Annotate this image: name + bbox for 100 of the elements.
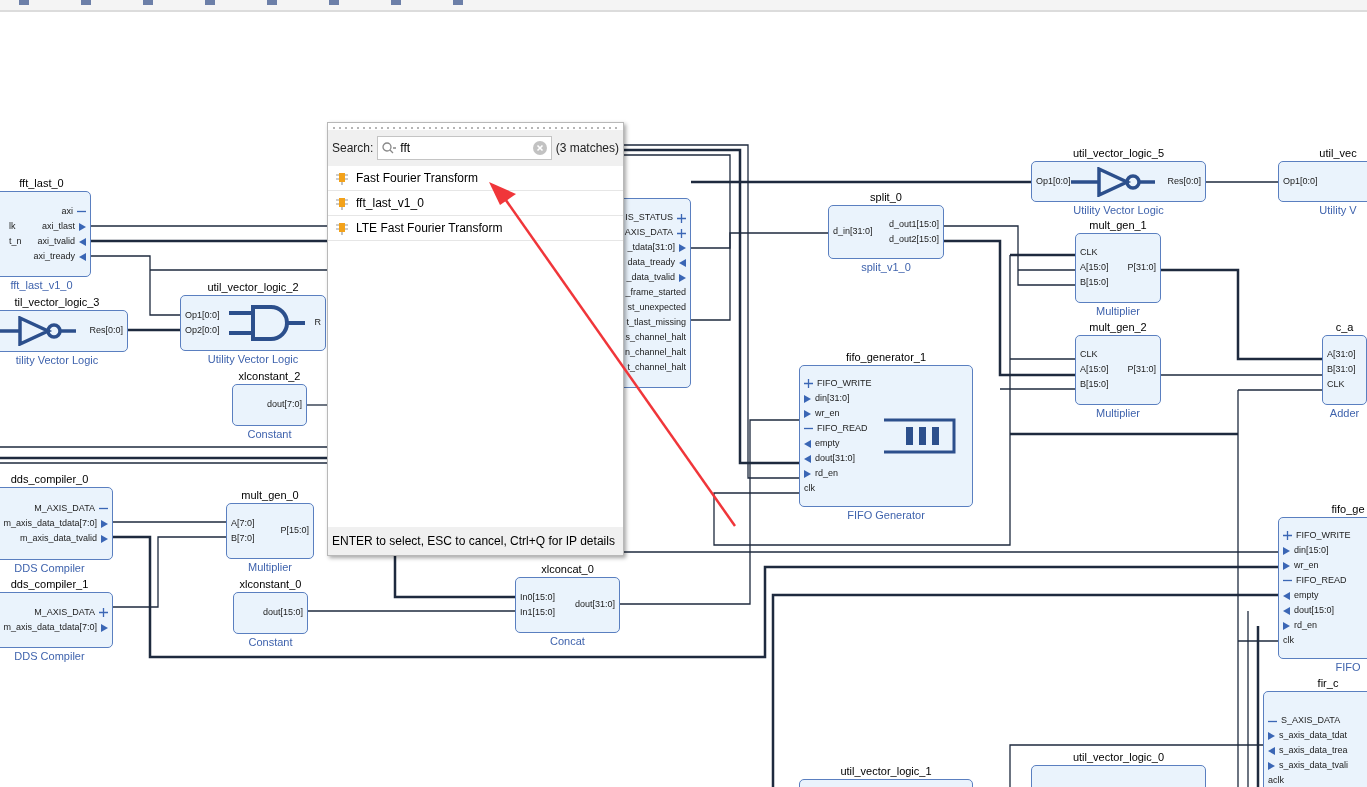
block-title: fifo_ge <box>1331 502 1365 517</box>
and-gate-symbol-icon <box>229 305 305 341</box>
drag-handle-icon[interactable] <box>332 127 619 130</box>
ip-block[interactable]: M_AXIS_DATA m_axis_data_tdata[7:0] m_axis_data_tvalid <box>0 487 113 560</box>
port-label: B[15:0] <box>1080 276 1109 290</box>
ip-block[interactable]: FIFO_WRITE din[31:0] wr_en FIFO_READ empty dout[31:0] rd_en clk <box>799 365 973 507</box>
port-label: din[31:0] <box>815 391 850 405</box>
block-title: fft_last_0 <box>19 176 64 191</box>
port-label: dout[15:0] <box>1294 603 1335 617</box>
port-label: FIFO_WRITE <box>817 376 872 390</box>
port-label: P[31:0] <box>1127 261 1156 275</box>
block-type-label: Constant <box>248 635 293 650</box>
ip-block[interactable]: FIFO_WRITE din[15:0] wr_en FIFO_READ empty dout[15:0] rd_en clk <box>1278 517 1367 659</box>
block-title: util_vector_logic_0 <box>1072 750 1165 765</box>
port-label: _frame_started <box>625 286 686 300</box>
block-type-label: Multiplier <box>1096 304 1140 319</box>
port-label: CLK <box>1080 348 1098 362</box>
port-label: Op1[0:0] <box>1283 174 1318 188</box>
port-label: s_axis_data_trea <box>1279 744 1348 758</box>
port-label: Op2[0:0] <box>185 323 220 337</box>
plus-icon <box>99 608 108 617</box>
plus-icon <box>677 213 686 223</box>
toolbar-icon[interactable] <box>142 0 154 6</box>
port-label: m_axis_data_tdata[7:0] <box>3 516 97 530</box>
block-title: util_vector_logic_2 <box>207 280 299 295</box>
block-title: xlconstant_2 <box>238 369 301 384</box>
ip-core-icon <box>336 221 348 235</box>
block-type-label: Multiplier <box>1096 406 1140 421</box>
toolbar-icon[interactable] <box>390 0 402 6</box>
block-title: xlconcat_0 <box>541 562 594 577</box>
port-label: In0[15:0] <box>520 590 556 604</box>
port-label: axi_tlast <box>41 219 75 233</box>
ip-block[interactable]: dout[15:0] <box>233 592 308 634</box>
ip-block[interactable]: Res[0:0] <box>0 310 128 352</box>
ip-block[interactable]: CLK A[15:0] B[15:0] P[31:0] <box>1075 335 1161 405</box>
block-title: mult_gen_2 <box>1089 320 1147 335</box>
block-type-label: Concat <box>550 634 585 649</box>
port-label: dout[7:0] <box>266 398 302 412</box>
port-label: B[7:0] <box>231 531 255 545</box>
ip-block[interactable]: S_AXIS_DATA s_axis_data_tdat s_axis_data_trea s_axis_data_tvali aclk <box>1263 691 1367 787</box>
port-label: P[15:0] <box>280 524 309 538</box>
toolbar-icon[interactable] <box>18 0 30 6</box>
ip-block[interactable]: A[31:0] B[31:0] CLK <box>1322 335 1367 405</box>
port-label: CLK <box>1080 246 1098 260</box>
ip-block[interactable]: lk t_n axi axi_tlast axi_tvalid axi_tready <box>0 191 91 277</box>
port-label: _data_tvalid <box>626 271 675 285</box>
popup-footer: ENTER to select, ESC to cancel, Ctrl+Q for IP details <box>328 527 623 555</box>
port-label: empty <box>1294 588 1319 602</box>
port-label: dout[15:0] <box>262 606 303 620</box>
port-label: axi_tready <box>33 249 75 263</box>
ip-core-icon <box>336 196 348 210</box>
port-label: _tdata[31:0] <box>627 241 675 255</box>
block-title: util_vector_logic_5 <box>1072 146 1165 161</box>
toolbar-icon[interactable] <box>452 0 464 6</box>
ip-block[interactable]: CLK A[15:0] B[15:0] P[31:0] <box>1075 233 1161 303</box>
ip-block[interactable]: d_in[31:0] d_out1[15:0] d_out2[15:0] <box>828 205 944 259</box>
search-field[interactable]: fft <box>377 136 552 160</box>
port-label: Res[0:0] <box>89 324 123 338</box>
ip-block[interactable]: Op1[0:0] <box>1278 161 1367 202</box>
port-label: t_tlast_missing <box>626 316 686 330</box>
block-title: dds_compiler_1 <box>10 577 89 592</box>
block-title: util_vector_logic_1 <box>840 764 932 779</box>
port-label: t_channel_halt <box>627 361 686 375</box>
block-type-label: split_v1_0 <box>861 260 911 275</box>
port-label: d_in[31:0] <box>833 225 873 239</box>
port-label: lk <box>9 219 16 233</box>
ip-block[interactable]: Op1[0:0] Res[0:0] <box>1031 161 1206 202</box>
ip-block[interactable]: In0[15:0] In1[15:0] dout[31:0] <box>515 577 620 633</box>
block-type-label: Constant <box>247 427 292 442</box>
block-type-label: DDS Compiler <box>14 561 85 576</box>
port-label: A[7:0] <box>231 516 255 530</box>
toolbar-icon[interactable] <box>80 0 92 6</box>
port-label: B[15:0] <box>1080 378 1109 392</box>
port-label: M_AXIS_DATA <box>34 605 95 619</box>
block-type-label: Adder <box>1329 406 1360 421</box>
search-label: Search: <box>332 140 374 157</box>
toolbar-icon[interactable] <box>266 0 278 6</box>
port-label: empty <box>815 436 840 450</box>
ip-block[interactable]: M_AXIS_DATA m_axis_data_tdata[7:0] <box>0 592 113 648</box>
port-label: axi <box>61 204 73 218</box>
port-label: R <box>314 316 321 330</box>
toolbar-icon[interactable] <box>204 0 216 6</box>
block-title: split_0 <box>870 190 902 205</box>
port-label: m_axis_data_tdata[7:0] <box>3 620 97 634</box>
toolbar-icon[interactable] <box>328 0 340 6</box>
port-label: Op1[0:0] <box>1036 174 1071 188</box>
wire <box>128 328 180 332</box>
ip-core-icon <box>336 171 348 185</box>
port-label: data_tready <box>627 256 675 270</box>
block-type-label: Multiplier <box>248 560 292 575</box>
block-type-label: DDS Compiler <box>14 649 85 664</box>
port-label: d_out1[15:0] <box>888 217 939 231</box>
port-label: Op1[0:0] <box>185 308 220 322</box>
port-label: st_unexpected <box>627 301 686 315</box>
ip-block[interactable]: Op1[0:0] Op2[0:0] R <box>180 295 326 351</box>
wire <box>306 404 328 406</box>
ip-block[interactable]: A[7:0] B[7:0] P[15:0] <box>226 503 314 559</box>
ip-block[interactable]: dout[7:0] <box>232 384 307 426</box>
port-label: S_AXIS_DATA <box>1281 714 1341 728</box>
result-item[interactable]: LTE Fast Fourier Transform <box>328 216 623 241</box>
